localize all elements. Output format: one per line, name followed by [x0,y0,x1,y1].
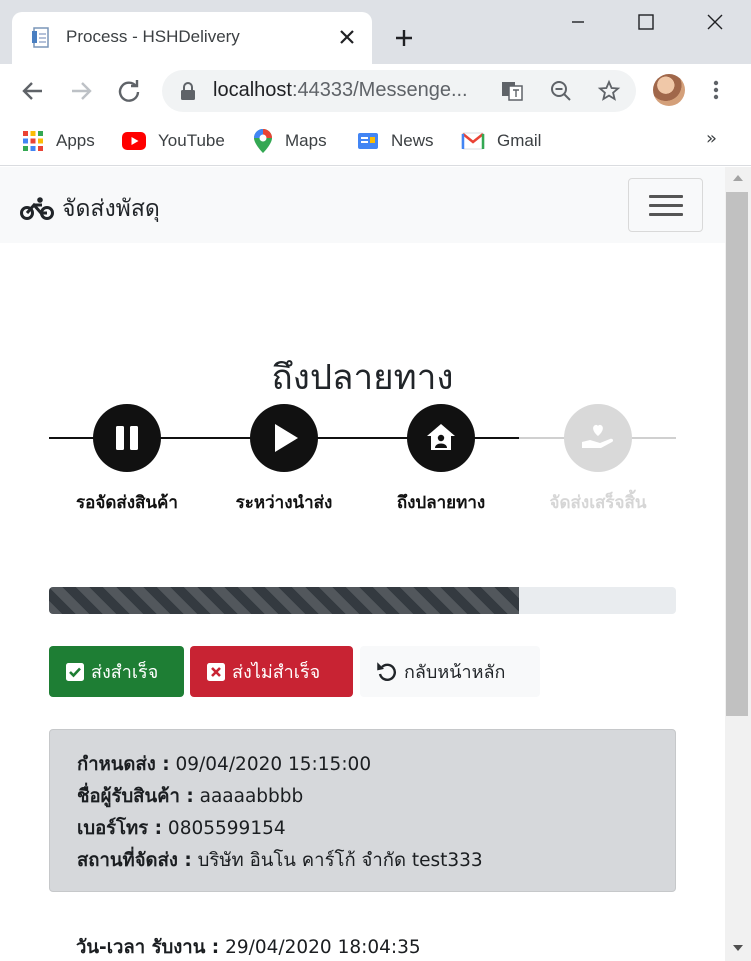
not-delivered-button-label: ส่งไม่สำเร็จ [232,662,321,683]
bookmark-gmail[interactable]: Gmail [461,128,541,154]
bookmark-star-icon[interactable] [597,79,621,103]
back-home-button-label: กลับหน้าหลัก [404,662,506,683]
step-in-transit [250,404,318,472]
youtube-icon [122,132,146,150]
page-favicon-icon [32,27,49,48]
navbar-toggle-button[interactable] [628,178,703,232]
close-window-icon[interactable] [703,10,727,34]
accepted-time-label: วัน-เวลา รับงาน : [76,937,220,958]
more-menu-icon[interactable] [704,78,728,102]
news-icon [358,133,378,149]
check-square-icon [66,662,84,681]
hand-heart-icon [582,424,614,448]
minimize-icon[interactable] [566,10,590,34]
bookmark-label: Maps [285,131,327,150]
step-label-in-transit: ระหว่างนำส่ง [235,493,333,513]
hamburger-bar [649,195,683,198]
place-row: สถานที่จัดส่ง : บริษัท อินโน คาร์โก้ จำก… [77,846,675,878]
step-waiting [93,404,161,472]
recipient-label: ชื่อผู้รับสินค้า : [77,786,194,807]
url-text[interactable]: localhost:44333/Messenge... [213,79,479,102]
accepted-time-value: 29/04/2020 18:04:35 [225,937,421,958]
bookmark-youtube[interactable]: YouTube [122,128,225,154]
zoom-out-icon[interactable] [549,79,573,103]
step-label-arrived: ถึงปลายทาง [396,493,486,513]
recipient-row: ชื่อผู้รับสินค้า : aaaaabbbb [77,782,675,814]
delivery-stepper [49,404,676,484]
browser-tab-strip: Process - HSHDelivery [0,0,751,64]
delivered-button[interactable]: ส่งสำเร็จ [49,646,184,697]
place-label: สถานที่จัดส่ง : [77,850,192,871]
page-scrollbar[interactable] [725,167,751,961]
page-viewport: จัดส่งพัสดุ ถึงปลายทาง รอจัดส่งสินค้า ระ… [0,167,725,961]
scrollbar-thumb[interactable] [726,192,748,716]
bookmark-label: Gmail [497,131,542,150]
address-bar[interactable]: localhost:44333/Messenge... [162,70,636,112]
deadline-row: กำหนดส่ง : 09/04/2020 15:15:00 [77,750,675,782]
house-user-icon [427,424,455,450]
scroll-up-arrow-icon[interactable] [733,175,743,181]
accepted-time-row: วัน-เวลา รับงาน : 29/04/2020 18:04:35 [76,933,421,961]
apps-grid-icon [23,131,43,151]
phone-row: เบอร์โทร : 0805599154 [77,814,675,846]
url-path: :44333/Messenge... [291,79,468,101]
phone-label: เบอร์โทร : [77,818,163,839]
recipient-value: aaaaabbbb [199,786,304,807]
browser-tab[interactable]: Process - HSHDelivery [12,12,372,64]
step-label-waiting: รอจัดส่งสินค้า [76,493,178,513]
progress-bar-fill [49,587,520,614]
bookmark-label: News [391,131,434,150]
maximize-icon[interactable] [634,10,658,34]
place-value: บริษัท อินโน คาร์โก้ จำกัด test333 [197,850,483,871]
app-navbar: จัดส่งพัสดุ [0,167,725,243]
delivered-button-label: ส่งสำเร็จ [91,662,159,683]
new-tab-icon[interactable] [392,26,416,50]
delivery-details-card: กำหนดส่ง : 09/04/2020 15:15:00 ชื่อผู้รั… [49,729,676,892]
hamburger-bar [649,213,683,216]
gmail-icon [461,132,485,150]
navbar-brand[interactable]: จัดส่งพัสดุ [20,191,160,227]
step-arrived [407,404,475,472]
tab-title: Process - HSHDelivery [66,27,240,46]
more-bookmarks-icon[interactable]: » [706,128,717,149]
back-home-button[interactable]: กลับหน้าหลัก [360,646,540,697]
scroll-down-arrow-icon[interactable] [733,945,743,951]
translate-icon[interactable] [500,79,524,103]
bookmark-apps[interactable]: Apps [22,128,95,154]
url-host: localhost [213,79,292,101]
x-square-icon [207,662,225,681]
pause-icon [116,426,138,450]
status-heading: ถึงปลายทาง [271,358,454,398]
bookmark-label: Apps [56,131,95,150]
not-delivered-button[interactable]: ส่งไม่สำเร็จ [190,646,353,697]
bookmark-label: YouTube [158,131,225,150]
bookmarks-bar: Apps YouTube Maps News Gmail » [0,118,751,166]
step-completed [564,404,632,472]
profile-avatar[interactable] [653,74,685,106]
deadline-value: 09/04/2020 15:15:00 [175,754,372,775]
back-arrow-icon[interactable] [19,77,47,105]
close-tab-icon[interactable] [336,26,358,48]
step-label-completed: จัดส่งเสร็จสิ้น [549,493,647,513]
browser-toolbar: localhost:44333/Messenge... [0,64,751,118]
delivery-progress [49,587,676,614]
lock-icon[interactable] [180,82,196,100]
bookmark-news[interactable]: News [357,128,434,154]
play-icon [275,424,298,452]
hamburger-bar [649,204,683,207]
reload-icon[interactable] [115,77,143,105]
brand-title: จัดส่งพัสดุ [62,196,160,222]
phone-value: 0805599154 [167,818,286,839]
undo-icon [377,661,396,681]
bicycle-icon [20,197,54,220]
bookmark-maps[interactable]: Maps [253,128,327,154]
forward-arrow-icon[interactable] [67,77,95,105]
maps-pin-icon [254,129,272,153]
deadline-label: กำหนดส่ง : [77,754,170,775]
